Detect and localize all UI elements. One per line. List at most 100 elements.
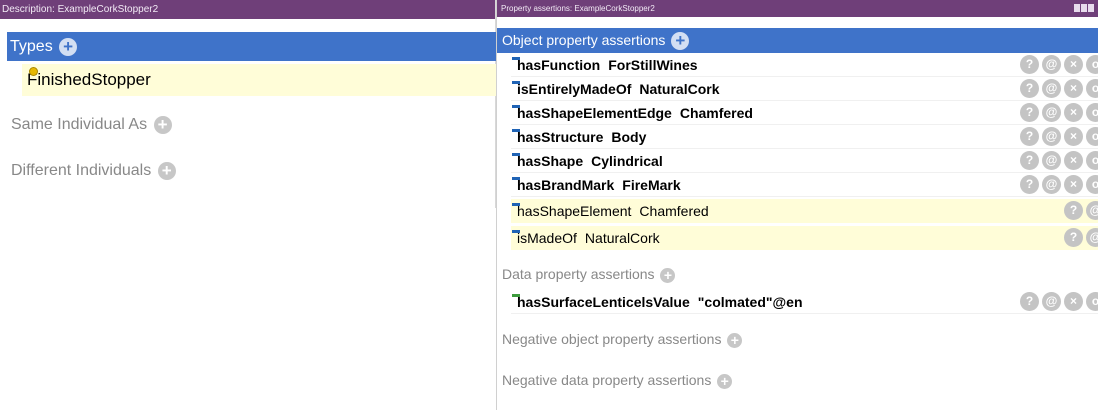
type-value: FinishedStopper xyxy=(27,70,151,89)
window-control-icon[interactable] xyxy=(1081,4,1087,12)
object-property-icon xyxy=(512,177,520,180)
edit-icon[interactable]: o xyxy=(1086,127,1098,146)
different-individuals-label: Different Individuals xyxy=(11,162,152,180)
add-object-property-assertion-icon[interactable]: + xyxy=(671,32,690,51)
assertion-property: hasShapeElement xyxy=(517,203,632,219)
delete-icon[interactable]: × xyxy=(1064,79,1083,98)
object-assertion-row[interactable]: hasStructure Body ? @ × o xyxy=(511,125,1098,149)
explain-icon[interactable]: ? xyxy=(1064,228,1083,247)
negative-object-property-assertions-header: Negative object property assertions + xyxy=(502,331,743,348)
class-icon xyxy=(29,67,38,76)
explain-icon[interactable]: ? xyxy=(1064,201,1083,220)
assertion-property: hasBrandMark xyxy=(517,177,615,193)
add-different-individual-icon[interactable]: + xyxy=(157,162,176,180)
assertion-property: isMadeOf xyxy=(517,230,577,246)
object-property-icon xyxy=(512,129,520,132)
edit-icon[interactable]: o xyxy=(1086,103,1098,122)
assertion-value: Body xyxy=(611,129,647,145)
data-assertion-row[interactable]: hasSurfaceLenticelsValue "colmated"@en ? … xyxy=(511,290,1098,314)
annotate-icon[interactable]: @ xyxy=(1042,55,1061,74)
assertion-property: hasSurfaceLenticelsValue xyxy=(517,294,690,310)
window-controls xyxy=(1074,4,1094,12)
assertion-value: Chamfered xyxy=(679,105,753,121)
description-panel: Description: ExampleCorkStopper2 Types +… xyxy=(0,0,496,208)
negative-data-property-assertions-label: Negative data property assertions xyxy=(502,372,712,388)
object-property-icon xyxy=(512,203,520,206)
property-assertions-title: Property assertions: ExampleCorkStopper2 xyxy=(501,4,655,13)
assertion-value: ForStillWines xyxy=(608,57,698,73)
row-actions: ? @ × o xyxy=(1020,292,1098,311)
negative-data-property-assertions-header: Negative data property assertions + xyxy=(502,372,733,389)
row-actions: ? @ xyxy=(1064,228,1098,247)
annotate-icon[interactable]: @ xyxy=(1086,228,1098,247)
delete-icon[interactable]: × xyxy=(1064,292,1083,311)
explain-icon[interactable]: ? xyxy=(1020,55,1039,74)
object-property-icon xyxy=(512,230,520,233)
assertion-value: FireMark xyxy=(622,177,681,193)
window-control-icon[interactable] xyxy=(1074,4,1080,12)
annotate-icon[interactable]: @ xyxy=(1042,151,1061,170)
add-negative-object-property-assertion-icon[interactable]: + xyxy=(727,332,743,348)
add-type-icon[interactable]: + xyxy=(59,37,78,56)
negative-object-property-assertions-label: Negative object property assertions xyxy=(502,331,722,347)
explain-icon[interactable]: ? xyxy=(1020,292,1039,311)
same-individual-label: Same Individual As xyxy=(11,116,148,134)
assertion-value: Cylindrical xyxy=(591,153,663,169)
delete-icon[interactable]: × xyxy=(1064,103,1083,122)
add-negative-data-property-assertion-icon[interactable]: + xyxy=(717,373,733,389)
object-assertion-row[interactable]: hasBrandMark FireMark ? @ × o xyxy=(511,173,1098,197)
edit-icon[interactable]: o xyxy=(1086,151,1098,170)
type-row-finished-stopper[interactable]: FinishedStopper xyxy=(22,64,496,96)
types-section-header[interactable]: Types + xyxy=(7,32,496,61)
add-same-individual-icon[interactable]: + xyxy=(153,116,172,134)
explain-icon[interactable]: ? xyxy=(1020,103,1039,122)
property-assertions-panel: Property assertions: ExampleCorkStopper2… xyxy=(496,0,1098,410)
assertion-property: hasStructure xyxy=(517,129,604,145)
annotate-icon[interactable]: @ xyxy=(1042,127,1061,146)
object-property-assertions-header[interactable]: Object property assertions + xyxy=(497,28,1098,53)
annotate-icon[interactable]: @ xyxy=(1042,292,1061,311)
row-actions: ? @ × o xyxy=(1020,151,1098,170)
object-property-icon xyxy=(512,153,520,156)
edit-icon[interactable]: o xyxy=(1086,55,1098,74)
row-actions: ? @ × o xyxy=(1020,79,1098,98)
assertion-value: NaturalCork xyxy=(584,230,660,246)
inferred-assertion-row[interactable]: hasShapeElement Chamfered ? @ xyxy=(511,199,1098,223)
delete-icon[interactable]: × xyxy=(1064,127,1083,146)
row-actions: ? @ × o xyxy=(1020,55,1098,74)
explain-icon[interactable]: ? xyxy=(1020,79,1039,98)
object-assertion-row[interactable]: hasFunction ForStillWines ? @ × o xyxy=(511,53,1098,77)
object-assertion-row[interactable]: hasShape Cylindrical ? @ × o xyxy=(511,149,1098,173)
explain-icon[interactable]: ? xyxy=(1020,127,1039,146)
assertion-property: isEntirelyMadeOf xyxy=(517,81,632,97)
row-actions: ? @ xyxy=(1064,201,1098,220)
annotate-icon[interactable]: @ xyxy=(1042,175,1061,194)
edit-icon[interactable]: o xyxy=(1086,292,1098,311)
assertion-property: hasShape xyxy=(517,153,584,169)
annotate-icon[interactable]: @ xyxy=(1042,79,1061,98)
add-data-property-assertion-icon[interactable]: + xyxy=(660,267,676,283)
same-individual-section-header: Same Individual As + xyxy=(11,116,172,134)
inferred-assertion-row[interactable]: isMadeOf NaturalCork ? @ xyxy=(511,226,1098,250)
object-assertion-row[interactable]: isEntirelyMadeOf NaturalCork ? @ × o xyxy=(511,77,1098,101)
edit-icon[interactable]: o xyxy=(1086,175,1098,194)
data-property-assertions-label: Data property assertions xyxy=(502,266,655,282)
edit-icon[interactable]: o xyxy=(1086,79,1098,98)
explain-icon[interactable]: ? xyxy=(1020,175,1039,194)
object-assertion-row[interactable]: hasShapeElementEdge Chamfered ? @ × o xyxy=(511,101,1098,125)
object-property-icon xyxy=(512,57,520,60)
data-property-assertions-header: Data property assertions + xyxy=(502,266,676,283)
explain-icon[interactable]: ? xyxy=(1020,151,1039,170)
assertion-property: hasFunction xyxy=(517,57,601,73)
annotate-icon[interactable]: @ xyxy=(1042,103,1061,122)
data-property-icon xyxy=(512,294,520,297)
delete-icon[interactable]: × xyxy=(1064,55,1083,74)
row-actions: ? @ × o xyxy=(1020,127,1098,146)
delete-icon[interactable]: × xyxy=(1064,151,1083,170)
window-control-icon[interactable] xyxy=(1088,4,1094,12)
types-label: Types xyxy=(10,38,53,55)
object-property-assertions-label: Object property assertions xyxy=(502,32,666,48)
description-title-bar: Description: ExampleCorkStopper2 xyxy=(0,0,495,19)
delete-icon[interactable]: × xyxy=(1064,175,1083,194)
annotate-icon[interactable]: @ xyxy=(1086,201,1098,220)
